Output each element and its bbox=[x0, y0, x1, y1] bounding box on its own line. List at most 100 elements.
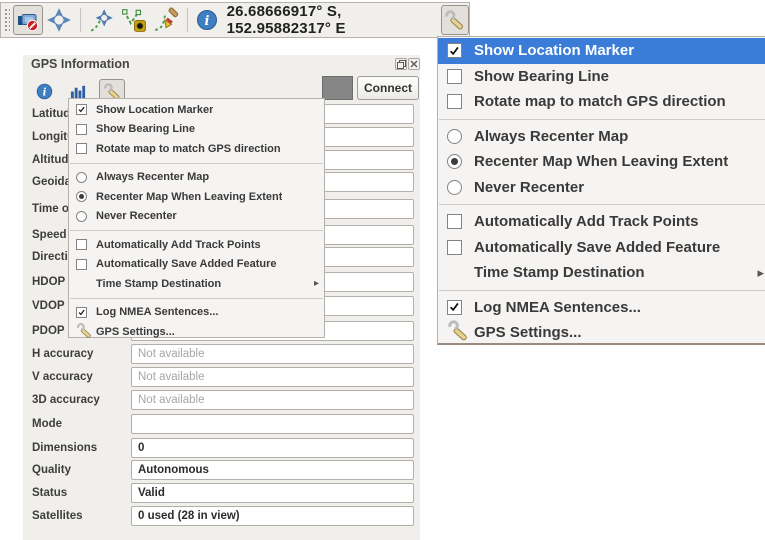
float-button[interactable] bbox=[395, 58, 407, 70]
qgis-screen: i 26.68666917° S, 152.95882317° E GPS In… bbox=[0, 0, 765, 540]
menu-item-icon-cell bbox=[76, 211, 96, 222]
menu-item-icon-cell bbox=[76, 259, 96, 270]
checkbox-unchecked-icon bbox=[447, 240, 462, 255]
add-track-point-button[interactable] bbox=[118, 5, 150, 35]
menu-item-show-location-marker[interactable]: Show Location Marker bbox=[69, 100, 324, 120]
gps-recenter-button[interactable] bbox=[43, 5, 75, 35]
menu-item-icon-cell bbox=[447, 180, 474, 195]
connect-button[interactable]: Connect bbox=[357, 76, 419, 100]
close-button[interactable] bbox=[408, 58, 420, 70]
submenu-arrow-icon: ▸ bbox=[757, 265, 764, 281]
radio-unselected-icon bbox=[447, 129, 462, 144]
menu-separator bbox=[439, 119, 765, 120]
field-input-quality[interactable] bbox=[131, 460, 414, 480]
menu-item-time-stamp-destination[interactable]: Time Stamp Destination▸ bbox=[438, 260, 765, 286]
radio-unselected-icon bbox=[447, 180, 462, 195]
field-input-3d-accuracy[interactable] bbox=[131, 390, 414, 410]
menu-item-label: GPS Settings... bbox=[96, 326, 175, 338]
gps-bearing-button[interactable] bbox=[86, 5, 118, 35]
checkbox-unchecked-icon bbox=[447, 94, 462, 109]
toolbar-separator bbox=[187, 8, 188, 32]
menu-item-label: Show Location Marker bbox=[96, 104, 213, 116]
menu-item-recenter-map-when-leaving-extent[interactable]: Recenter Map When Leaving Extent bbox=[69, 187, 324, 207]
menu-item-recenter-map-when-leaving-extent[interactable]: Recenter Map When Leaving Extent bbox=[438, 149, 765, 175]
wrench-icon bbox=[447, 319, 470, 346]
menu-item-icon-cell bbox=[76, 104, 96, 115]
field-input-h-accuracy[interactable] bbox=[131, 344, 414, 364]
menu-item-icon-cell bbox=[447, 154, 474, 169]
checkbox-checked-icon bbox=[76, 104, 87, 115]
gps-toolbar: i 26.68666917° S, 152.95882317° E bbox=[0, 2, 470, 38]
field-input-mode[interactable] bbox=[131, 414, 414, 434]
panel-title: GPS Information bbox=[31, 57, 130, 71]
menu-item-label: Never Recenter bbox=[474, 179, 584, 196]
menu-item-icon-cell bbox=[447, 319, 474, 346]
menu-item-label: GPS Settings... bbox=[474, 324, 582, 341]
menu-item-rotate-map-to-match-gps-direction[interactable]: Rotate map to match GPS direction bbox=[69, 139, 324, 159]
menu-item-label: Rotate map to match GPS direction bbox=[474, 93, 726, 110]
checkbox-unchecked-icon bbox=[447, 69, 462, 84]
svg-text:i: i bbox=[204, 14, 209, 29]
menu-item-icon-cell bbox=[447, 300, 474, 315]
field-input-satellites[interactable] bbox=[131, 506, 414, 526]
field-label-mode: Mode bbox=[32, 418, 62, 430]
gps-options-menu-large: Show Location MarkerShow Bearing Line Rot… bbox=[437, 36, 765, 345]
menu-item-label: Always Recenter Map bbox=[474, 128, 628, 145]
radio-selected-icon bbox=[76, 191, 87, 202]
menu-item-label: Automatically Add Track Points bbox=[96, 239, 261, 251]
menu-item-icon-cell bbox=[76, 307, 96, 318]
menu-item-never-recenter[interactable]: Never Recenter bbox=[69, 207, 324, 227]
menu-item-gps-settings[interactable]: GPS Settings... bbox=[438, 320, 765, 346]
gps-connect-button[interactable] bbox=[13, 5, 43, 35]
reset-track-button[interactable] bbox=[150, 5, 182, 35]
checkbox-checked-icon bbox=[447, 43, 462, 58]
field-input-v-accuracy[interactable] bbox=[131, 367, 414, 387]
menu-item-automatically-save-added-feature[interactable]: Automatically Save Added Feature bbox=[69, 255, 324, 275]
gps-information-button[interactable]: i bbox=[193, 5, 221, 35]
recenter-crosshair-icon bbox=[46, 7, 72, 33]
checkbox-unchecked-icon bbox=[447, 214, 462, 229]
menu-item-icon-cell bbox=[447, 240, 474, 255]
menu-item-label: Automatically Save Added Feature bbox=[474, 239, 720, 256]
toolbar-drag-handle[interactable] bbox=[3, 7, 10, 33]
menu-separator bbox=[439, 204, 765, 205]
menu-item-rotate-map-to-match-gps-direction[interactable]: Rotate map to match GPS direction bbox=[438, 89, 765, 115]
menu-separator bbox=[70, 163, 323, 164]
field-label-satellites: Satellites bbox=[32, 510, 83, 522]
menu-item-always-recenter-map[interactable]: Always Recenter Map bbox=[438, 124, 765, 150]
menu-item-automatically-add-track-points[interactable]: Automatically Add Track Points bbox=[438, 209, 765, 235]
menu-item-always-recenter-map[interactable]: Always Recenter Map bbox=[69, 168, 324, 188]
menu-item-icon-cell bbox=[76, 172, 96, 183]
wrench-icon bbox=[444, 9, 466, 31]
menu-item-label: Recenter Map When Leaving Extent bbox=[474, 153, 728, 170]
menu-item-automatically-add-track-points[interactable]: Automatically Add Track Points bbox=[69, 235, 324, 255]
reset-track-icon bbox=[153, 7, 179, 33]
gps-status-indicator bbox=[322, 76, 353, 100]
menu-item-log-nmea-sentences[interactable]: Log NMEA Sentences... bbox=[438, 295, 765, 321]
menu-item-label: Time Stamp Destination bbox=[96, 278, 221, 290]
field-label-pdop: PDOP bbox=[32, 325, 65, 337]
menu-item-label: Rotate map to match GPS direction bbox=[96, 143, 281, 155]
menu-item-show-bearing-line[interactable]: Show Bearing Line bbox=[438, 64, 765, 90]
checkbox-unchecked-icon bbox=[76, 259, 87, 270]
panel-info-button[interactable]: i bbox=[31, 79, 57, 104]
close-icon bbox=[410, 60, 418, 68]
field-label-3d-accuracy: 3D accuracy bbox=[32, 394, 100, 406]
menu-item-label: Always Recenter Map bbox=[96, 171, 209, 183]
menu-item-gps-settings[interactable]: GPS Settings... bbox=[69, 322, 324, 342]
field-input-status[interactable] bbox=[131, 483, 414, 503]
field-label-hdop: HDOP bbox=[32, 276, 65, 288]
gps-options-button[interactable] bbox=[441, 5, 469, 35]
menu-item-never-recenter[interactable]: Never Recenter bbox=[438, 175, 765, 201]
menu-item-label: Log NMEA Sentences... bbox=[474, 299, 641, 316]
info-icon: i bbox=[196, 9, 218, 31]
menu-item-icon-cell bbox=[76, 143, 96, 154]
menu-item-show-location-marker[interactable]: Show Location Marker bbox=[438, 38, 765, 64]
menu-item-time-stamp-destination[interactable]: Time Stamp Destination▸ bbox=[69, 274, 324, 294]
field-input-dimensions[interactable] bbox=[131, 438, 414, 458]
menu-item-automatically-save-added-feature[interactable]: Automatically Save Added Feature bbox=[438, 235, 765, 261]
field-label-speed: Speed bbox=[32, 229, 67, 241]
menu-item-log-nmea-sentences[interactable]: Log NMEA Sentences... bbox=[69, 303, 324, 323]
float-icon bbox=[397, 60, 406, 69]
menu-item-show-bearing-line[interactable]: Show Bearing Line bbox=[69, 120, 324, 140]
